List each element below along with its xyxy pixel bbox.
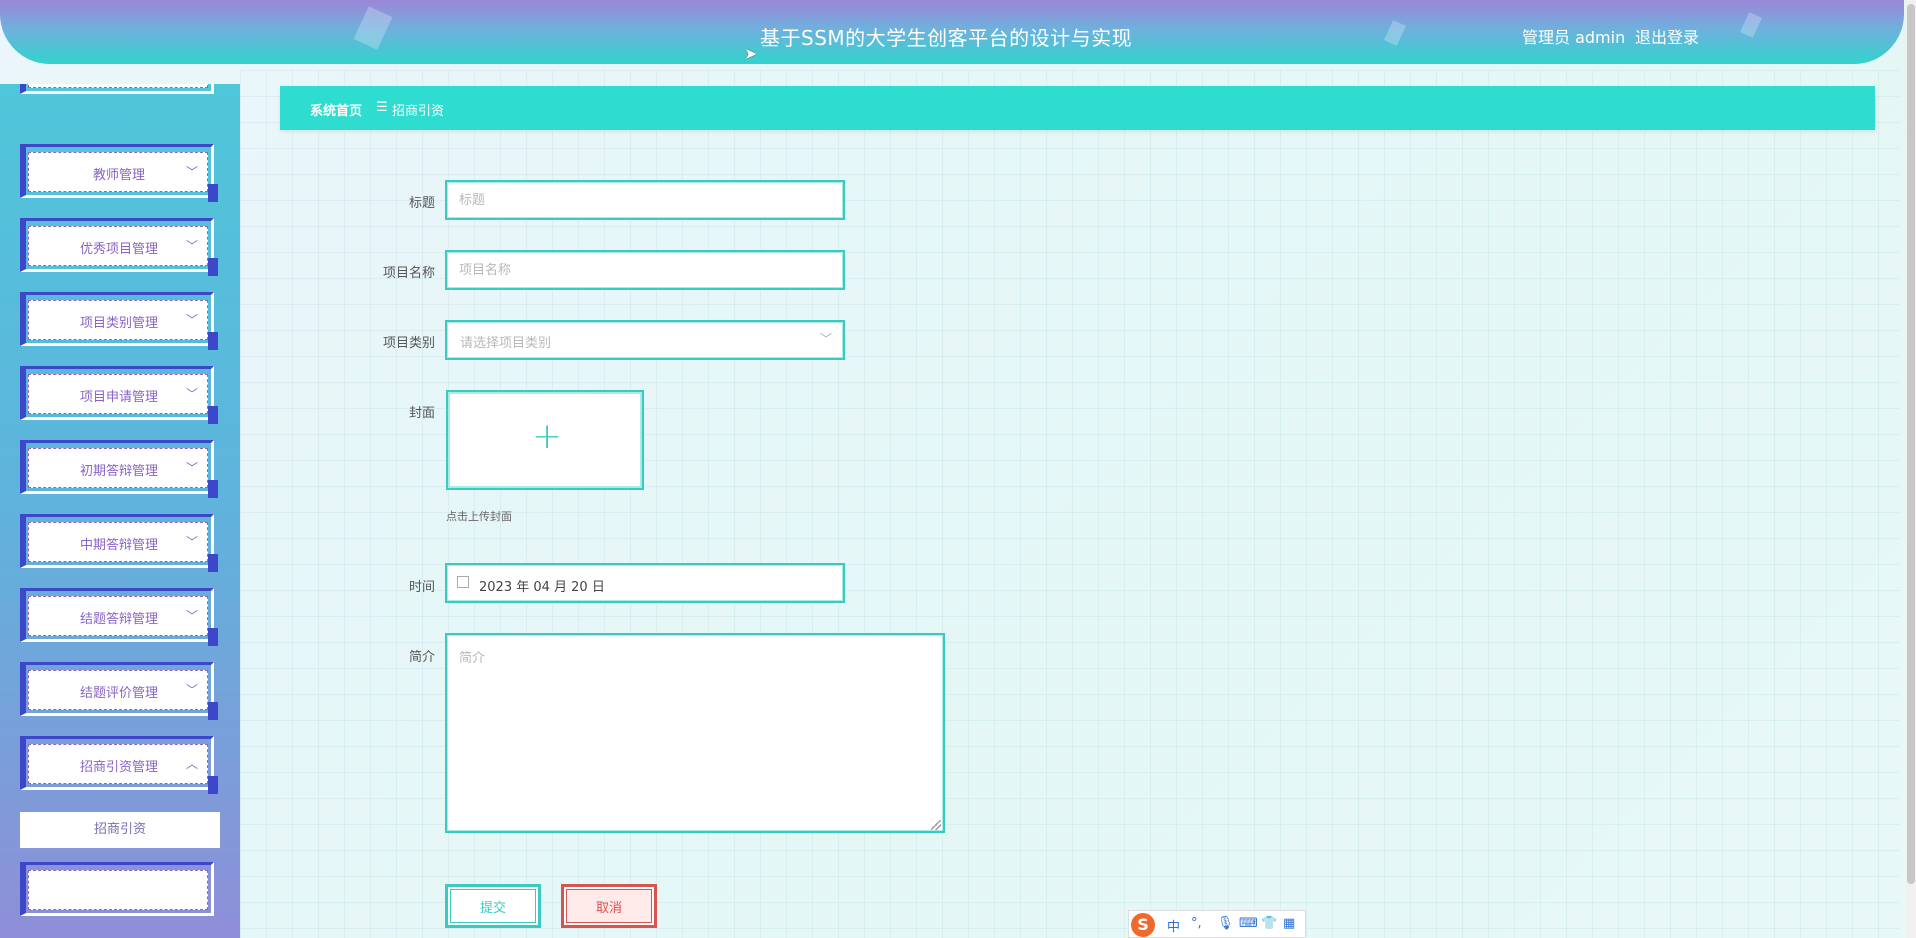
menu-corner xyxy=(208,628,218,646)
time-value: 2023 年 04 月 20 日 xyxy=(479,580,605,595)
chevron-down-icon: ﹀ xyxy=(820,332,833,346)
current-user: 管理员 admin xyxy=(1522,28,1626,47)
menu-corner xyxy=(208,406,218,424)
chevron-up-icon: ︿ xyxy=(185,757,198,771)
resize-grip-icon[interactable] xyxy=(931,820,941,830)
sidebar-item-teacher[interactable]: 教师管理 ﹀ xyxy=(20,144,218,202)
sidebar: 教师管理 ﹀ 优秀项目管理 ﹀ 项目类别管理 ﹀ 项目申请管理 ﹀ 初期答辩管理… xyxy=(0,84,240,938)
project-category-placeholder: 请选择项目类别 xyxy=(460,336,552,351)
menu-inner xyxy=(28,870,208,910)
cancel-button[interactable]: 取消 xyxy=(561,884,657,928)
cover-upload-box[interactable]: + xyxy=(446,390,644,490)
toolbox-grid-icon[interactable]: ▦ xyxy=(1283,916,1295,931)
menu-corner xyxy=(208,258,218,276)
mouse-cursor-icon: ➤ xyxy=(744,44,758,63)
menu-corner xyxy=(208,332,218,350)
keyboard-icon[interactable]: ⌨ xyxy=(1239,916,1258,931)
sidebar-item-midterm-defense[interactable]: 中期答辩管理 ﹀ xyxy=(20,514,218,572)
sidebar-item-final-defense[interactable]: 结题答辩管理 ﹀ xyxy=(20,588,218,646)
sidebar-item-project-category[interactable]: 项目类别管理 ﹀ xyxy=(20,292,218,350)
page-title: 基于SSM的大学生创客平台的设计与实现 xyxy=(760,26,1133,50)
sidebar-item-final-evaluation[interactable]: 结题评价管理 ﹀ xyxy=(20,662,218,720)
scrollbar-thumb[interactable] xyxy=(1907,4,1915,884)
chevron-down-icon: ﹀ xyxy=(185,535,198,549)
project-name-input[interactable] xyxy=(445,250,845,290)
sidebar-item-investment[interactable]: 招商引资管理 ︿ xyxy=(20,736,218,794)
sidebar-item-excellent-project[interactable]: 优秀项目管理 ﹀ xyxy=(20,218,218,276)
title-label: 标题 xyxy=(408,196,435,211)
breadcrumb-separator-icon: ☰ xyxy=(376,100,388,115)
menu-corner xyxy=(208,702,218,720)
project-category-label: 项目类别 xyxy=(382,336,435,351)
logout-link[interactable]: 退出登录 xyxy=(1635,24,1699,48)
chevron-down-icon: ﹀ xyxy=(185,609,198,623)
plus-icon: + xyxy=(532,416,563,457)
sidebar-item-partial[interactable] xyxy=(20,84,218,98)
page-scrollbar[interactable] xyxy=(1906,0,1916,938)
skin-shirt-icon[interactable]: 👕 xyxy=(1261,916,1277,931)
chevron-down-icon: ﹀ xyxy=(185,461,198,475)
submenu-item-investment[interactable]: 招商引资 xyxy=(20,812,220,848)
decor-shape xyxy=(1384,20,1406,46)
breadcrumb: 系统首页 ☰ 招商引资 xyxy=(280,86,1875,130)
menu-corner xyxy=(208,184,218,202)
intro-label: 简介 xyxy=(408,650,435,665)
decor-shape xyxy=(353,6,393,50)
ime-punctuation-toggle[interactable]: °, xyxy=(1191,916,1202,931)
submit-button[interactable]: 提交 xyxy=(445,884,541,928)
sidebar-item-project-application[interactable]: 项目申请管理 ﹀ xyxy=(20,366,218,424)
chevron-down-icon: ﹀ xyxy=(185,313,198,327)
chevron-down-icon: ﹀ xyxy=(185,683,198,697)
sidebar-item-partial-bottom[interactable] xyxy=(20,862,218,920)
intro-textarea[interactable] xyxy=(445,633,945,833)
menu-inner xyxy=(28,84,208,88)
chevron-down-icon: ﹀ xyxy=(185,165,198,179)
project-name-label: 项目名称 xyxy=(382,266,435,281)
chevron-down-icon: ﹀ xyxy=(185,387,198,401)
breadcrumb-home[interactable]: 系统首页 xyxy=(310,100,362,119)
sogou-logo-icon[interactable]: S xyxy=(1131,913,1155,937)
calendar-icon xyxy=(457,576,469,588)
sidebar-item-initial-defense[interactable]: 初期答辩管理 ﹀ xyxy=(20,440,218,498)
breadcrumb-current: 招商引资 xyxy=(392,104,445,119)
cover-label: 封面 xyxy=(408,406,435,421)
menu-corner xyxy=(208,776,218,794)
menu-corner xyxy=(208,554,218,572)
menu-corner xyxy=(208,480,218,498)
top-header: 基于SSM的大学生创客平台的设计与实现 管理员 admin 退出登录 xyxy=(0,0,1904,64)
microphone-icon[interactable]: 🎙 xyxy=(1217,916,1234,931)
cover-upload-hint: 点击上传封面 xyxy=(446,510,512,523)
decor-shape xyxy=(1740,12,1762,38)
time-label: 时间 xyxy=(408,580,435,595)
ime-mode-toggle[interactable]: 中 xyxy=(1167,916,1180,935)
chevron-down-icon: ﹀ xyxy=(185,239,198,253)
ime-toolbar: S 中 °, 🎙 ⌨ 👕 ▦ xyxy=(1128,910,1306,938)
title-input[interactable] xyxy=(445,180,845,220)
